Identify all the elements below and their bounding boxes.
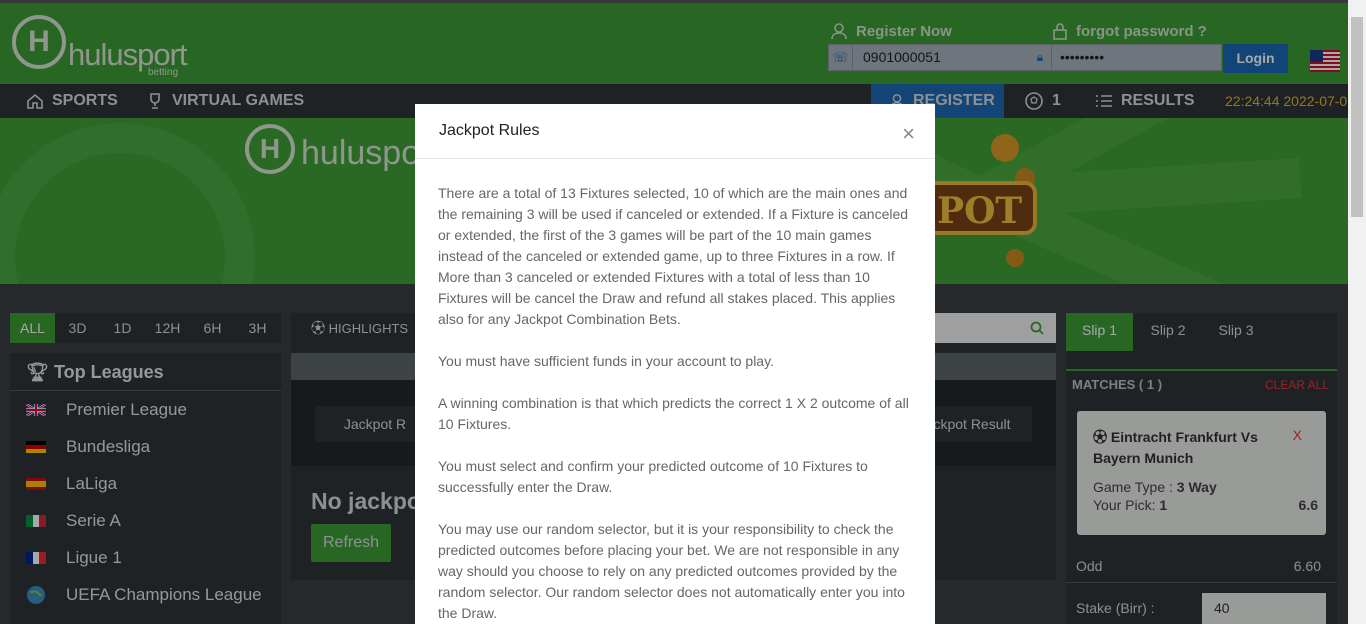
rules-paragraph: There are a total of 13 Fixtures selecte… [438, 185, 909, 327]
rules-paragraph: You must have sufficient funds in your a… [438, 353, 774, 369]
scrollbar-thumb[interactable] [1351, 17, 1363, 217]
rules-paragraph: You must select and confirm your predict… [438, 458, 868, 495]
jackpot-rules-modal: Jackpot Rules × There are a total of 13 … [415, 104, 935, 624]
rules-paragraph: A winning combination is that which pred… [438, 395, 909, 432]
modal-body: There are a total of 13 Fixtures selecte… [415, 159, 935, 624]
rules-paragraph: You may use our random selector, but it … [438, 521, 905, 621]
close-icon[interactable]: × [902, 123, 915, 145]
modal-header: Jackpot Rules × [415, 104, 935, 159]
page-scrollbar[interactable] [1348, 0, 1366, 624]
modal-title: Jackpot Rules [439, 122, 540, 139]
